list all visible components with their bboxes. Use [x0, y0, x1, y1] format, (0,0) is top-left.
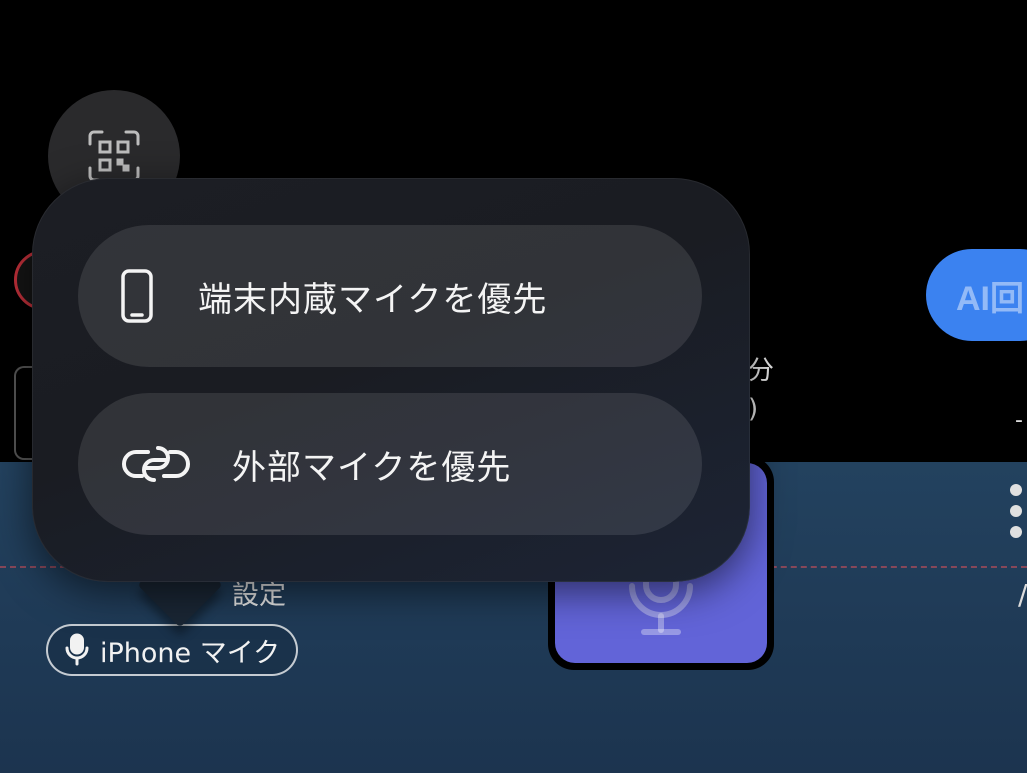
side-text-line1: 分 [748, 356, 775, 386]
menu-item-external-mic[interactable]: 外部マイクを優先 [78, 393, 702, 535]
edge-glyph: ‑ [1015, 408, 1023, 433]
edge-glyph: / [1018, 578, 1027, 611]
link-icon [122, 446, 190, 482]
dot-icon [1010, 505, 1022, 517]
iphone-icon [121, 269, 153, 323]
ai-button-label: AI回 [956, 279, 1024, 318]
mic-priority-menu: 端末内蔵マイクを優先 外部マイクを優先 [32, 178, 750, 582]
microphone-icon [65, 633, 89, 666]
side-text: 分 ) [748, 352, 774, 428]
mic-source-pill[interactable]: iPhone マイク [46, 624, 299, 676]
menu-item-label: 端末内蔵マイクを優先 [198, 279, 548, 320]
dot-icon [1010, 526, 1022, 538]
mic-source-label: iPhone マイク [100, 637, 281, 669]
menu-item-label: 外部マイクを優先 [232, 447, 512, 488]
dot-icon [1010, 484, 1022, 496]
ai-button[interactable]: AI回 [926, 249, 1027, 341]
more-options-button[interactable] [1010, 484, 1027, 544]
side-text-line2: ) [748, 394, 759, 424]
qr-scan-icon [88, 130, 140, 182]
menu-item-internal-mic[interactable]: 端末内蔵マイクを優先 [78, 225, 702, 367]
